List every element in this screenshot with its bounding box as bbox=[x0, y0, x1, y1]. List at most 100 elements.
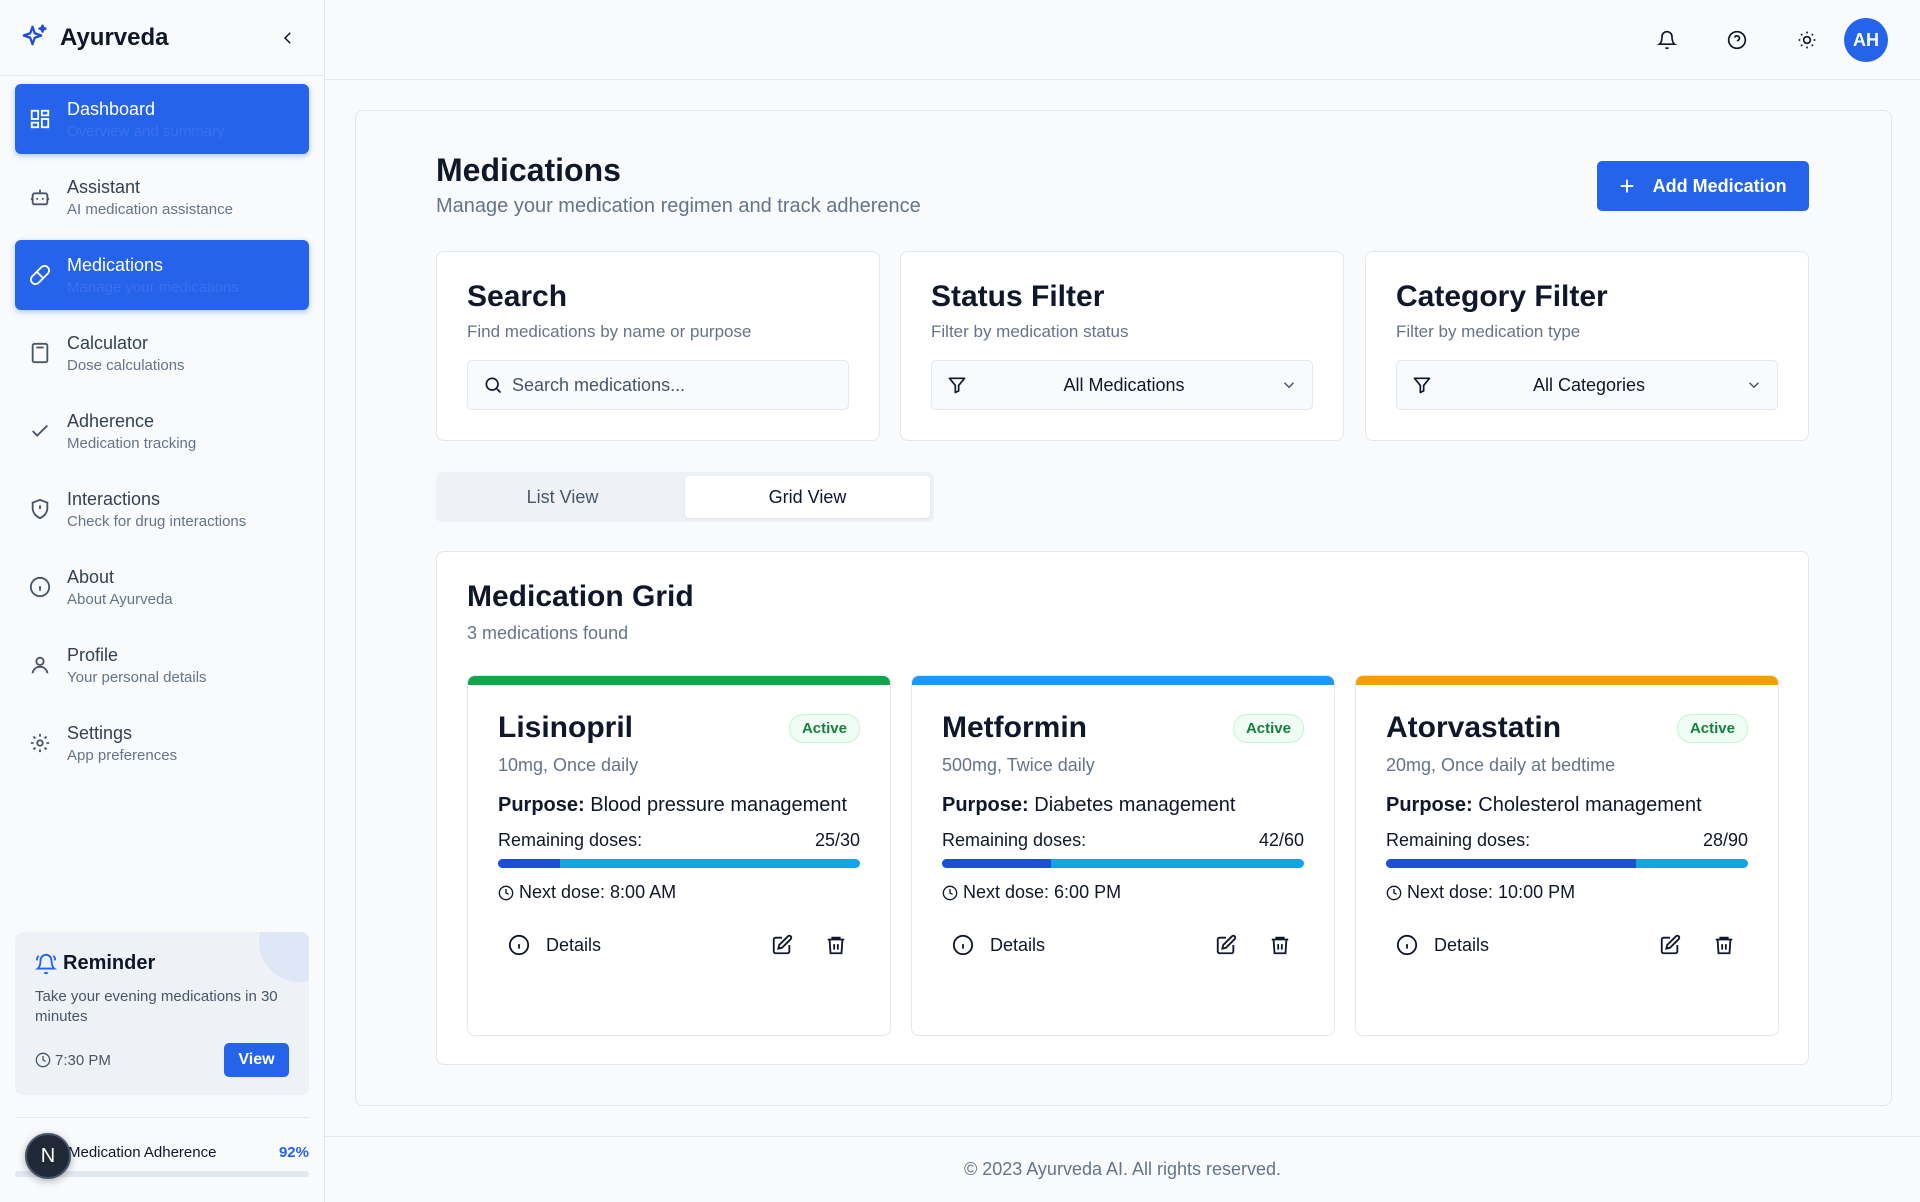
status-filter-select[interactable]: All Medications bbox=[931, 360, 1313, 410]
medication-name: Atorvastatin bbox=[1386, 711, 1562, 744]
sidebar-item-label: Calculator bbox=[67, 332, 149, 353]
sidebar-item-sub: Medication tracking bbox=[67, 434, 197, 452]
sidebar-item-calculator[interactable]: Calculator Dose calculations bbox=[15, 318, 309, 388]
plus-icon: + bbox=[1619, 170, 1635, 201]
gear-icon bbox=[29, 732, 51, 754]
medication-name: Metformin bbox=[942, 711, 1087, 744]
remaining-doses: Remaining doses: 28/90 bbox=[1386, 830, 1748, 851]
sidebar-item-assistant[interactable]: Assistant AI medication assistance bbox=[15, 162, 309, 232]
status-badge: Active bbox=[1232, 713, 1304, 743]
edit-icon[interactable] bbox=[1214, 933, 1238, 957]
reminder-time-text: 7:30 PM bbox=[55, 1051, 111, 1069]
reminder-time: 7:30 PM bbox=[35, 1052, 111, 1069]
sidebar-item-dashboard[interactable]: Dashboard Overview and summary bbox=[15, 84, 309, 154]
add-medication-button[interactable]: + Add Medication bbox=[1597, 161, 1809, 211]
purpose-value: Blood pressure management bbox=[590, 794, 848, 816]
medication-color-stripe bbox=[1356, 676, 1778, 685]
details-button[interactable]: Details bbox=[942, 934, 1055, 956]
remaining-doses: Remaining doses: 42/60 bbox=[942, 830, 1304, 851]
next-dev-badge[interactable]: N bbox=[25, 1133, 71, 1179]
search-input[interactable]: Search medications... bbox=[467, 360, 849, 410]
remaining-value: 25/30 bbox=[814, 830, 860, 850]
sidebar-item-sub: Overview and summary bbox=[67, 122, 225, 140]
pill-icon bbox=[29, 264, 51, 286]
reminder-view-button[interactable]: View bbox=[224, 1043, 289, 1077]
status-filter-title: Status Filter bbox=[931, 280, 1105, 313]
status-badge: Active bbox=[1676, 713, 1748, 743]
dashboard-icon bbox=[29, 108, 51, 130]
check-icon bbox=[29, 420, 51, 442]
avatar[interactable]: AH bbox=[1844, 18, 1888, 62]
clock-icon bbox=[1386, 885, 1402, 901]
next-dose: Next dose: 10:00 PM bbox=[1386, 882, 1748, 903]
edit-icon[interactable] bbox=[770, 933, 794, 957]
search-title: Search bbox=[467, 280, 568, 313]
adherence-label: Medication Adherence bbox=[68, 1144, 217, 1161]
sidebar-item-sub: Your personal details bbox=[67, 668, 207, 686]
adherence-value: 92% bbox=[278, 1144, 309, 1161]
medication-card: Metformin Active 500mg, Twice daily Purp… bbox=[911, 675, 1335, 1036]
filter-icon bbox=[1411, 374, 1433, 396]
footer: © 2023 Ayurveda AI. All rights reserved. bbox=[325, 1136, 1920, 1202]
shield-icon bbox=[29, 498, 51, 520]
category-filter-value: All Categories bbox=[1532, 374, 1646, 395]
sidebar-item-about[interactable]: About About Ayurveda bbox=[15, 552, 309, 622]
remaining-value: 42/60 bbox=[1258, 830, 1304, 850]
help-icon[interactable] bbox=[1722, 25, 1752, 55]
trash-icon[interactable] bbox=[1268, 933, 1292, 957]
trash-icon[interactable] bbox=[1712, 933, 1736, 957]
purpose-value: Diabetes management bbox=[1034, 794, 1236, 816]
medication-card: Atorvastatin Active 20mg, Once daily at … bbox=[1355, 675, 1779, 1036]
remaining-label: Remaining doses: bbox=[498, 830, 643, 850]
category-filter-title: Category Filter bbox=[1396, 280, 1608, 313]
remaining-label: Remaining doses: bbox=[942, 830, 1087, 850]
search-subtitle: Find medications by name or purpose bbox=[467, 322, 752, 341]
status-filter-subtitle: Filter by medication status bbox=[931, 322, 1129, 341]
bell-icon[interactable] bbox=[1652, 25, 1682, 55]
sidebar-item-settings[interactable]: Settings App preferences bbox=[15, 708, 309, 778]
remaining-doses: Remaining doses: 25/30 bbox=[498, 830, 860, 851]
sidebar-item-interactions[interactable]: Interactions Check for drug interactions bbox=[15, 474, 309, 544]
sidebar-item-medications[interactable]: Medications Manage your medications bbox=[15, 240, 309, 310]
next-dose: Next dose: 6:00 PM bbox=[942, 882, 1304, 903]
sidebar-item-label: Dashboard bbox=[67, 98, 156, 119]
chevron-left-icon bbox=[283, 31, 291, 44]
view-tabs: List View Grid View bbox=[436, 472, 934, 522]
search-icon bbox=[482, 374, 504, 396]
collapse-sidebar-button[interactable] bbox=[272, 22, 304, 54]
sidebar: Ayurveda Dashboard Overview and summary A… bbox=[0, 0, 325, 1202]
info-icon bbox=[1396, 934, 1418, 956]
edit-icon[interactable] bbox=[1658, 933, 1682, 957]
user-icon bbox=[29, 654, 51, 676]
category-filter-card: Category Filter Filter by medication typ… bbox=[1365, 251, 1809, 441]
sidebar-item-label: Medications bbox=[67, 254, 164, 275]
details-button[interactable]: Details bbox=[1386, 934, 1499, 956]
bot-icon bbox=[29, 186, 51, 208]
sidebar-nav: Dashboard Overview and summary Assistant A… bbox=[0, 76, 324, 794]
progress-fill bbox=[1386, 859, 1636, 868]
progress-fill bbox=[942, 859, 1051, 868]
purpose-label: Purpose: bbox=[498, 794, 585, 816]
info-icon bbox=[508, 934, 530, 956]
trash-icon[interactable] bbox=[824, 933, 848, 957]
status-badge: Active bbox=[788, 713, 860, 743]
sidebar-item-profile[interactable]: Profile Your personal details bbox=[15, 630, 309, 700]
add-medication-label: Add Medication bbox=[1652, 175, 1787, 196]
details-button[interactable]: Details bbox=[498, 934, 611, 956]
sun-icon[interactable] bbox=[1792, 25, 1822, 55]
tab-list-view[interactable]: List View bbox=[440, 476, 685, 518]
brand: Ayurveda bbox=[0, 0, 324, 76]
medication-dose: 10mg, Once daily bbox=[498, 755, 639, 775]
sidebar-item-adherence[interactable]: Adherence Medication tracking bbox=[15, 396, 309, 466]
tab-grid-view[interactable]: Grid View bbox=[685, 476, 930, 518]
purpose-label: Purpose: bbox=[1386, 794, 1473, 816]
sidebar-item-label: Adherence bbox=[67, 410, 155, 431]
medication-color-stripe bbox=[912, 676, 1334, 685]
remaining-progress-bar bbox=[1386, 859, 1748, 868]
category-filter-select[interactable]: All Categories bbox=[1396, 360, 1778, 410]
medication-grid-title: Medication Grid bbox=[467, 580, 694, 613]
sidebar-item-sub: AI medication assistance bbox=[67, 200, 233, 218]
info-icon bbox=[952, 934, 974, 956]
sidebar-item-label: About bbox=[67, 566, 115, 587]
sidebar-item-sub: App preferences bbox=[67, 746, 178, 764]
